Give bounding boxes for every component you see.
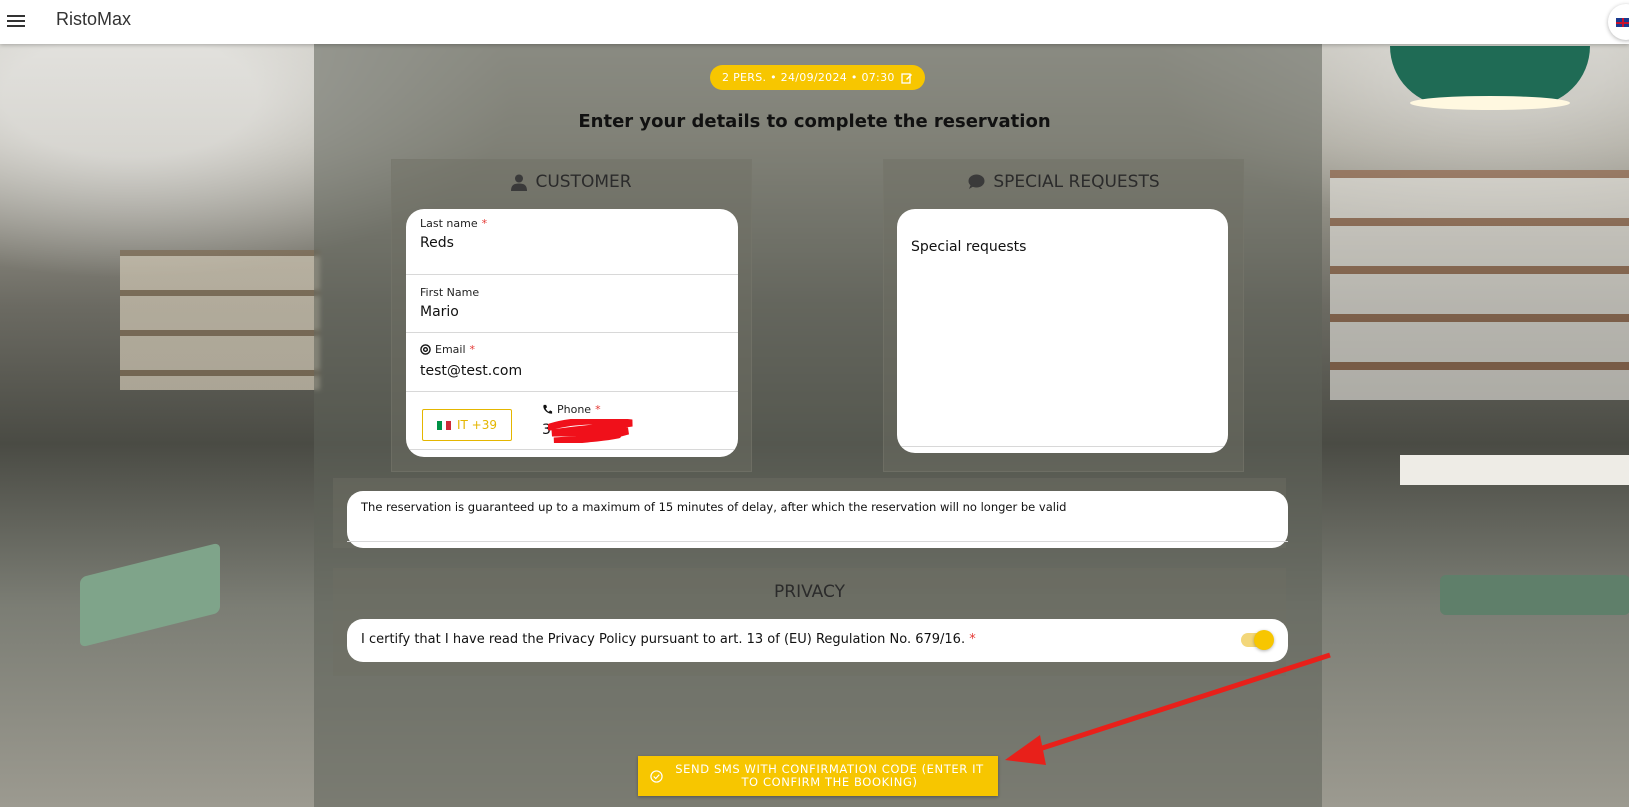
notice-underline (347, 541, 1288, 542)
special-requests-placeholder: Special requests (911, 239, 1027, 255)
user-icon (511, 174, 528, 191)
check-circle-icon (650, 769, 663, 783)
email-label: Email * (420, 343, 475, 356)
page-headline: Enter your details to complete the reser… (578, 111, 1051, 132)
phone-label: Phone * (542, 403, 601, 416)
textarea-underline (897, 446, 1228, 447)
email-value: test@test.com (420, 363, 523, 379)
special-requests-title: SPECIAL REQUESTS (884, 172, 1243, 192)
app-title: RistoMax (56, 9, 132, 29)
hamburger-menu-icon[interactable] (7, 12, 25, 28)
privacy-consent-label: I certify that I have read the Privacy P… (361, 632, 976, 647)
at-icon (420, 344, 431, 355)
italy-flag-icon (436, 420, 451, 430)
background-chair-right (1440, 575, 1629, 615)
top-app-bar: RistoMax (0, 0, 1629, 44)
redaction-scribble (548, 419, 633, 443)
phone-label-text: Phone (557, 403, 592, 416)
first-name-field[interactable]: First Name Mario (406, 275, 738, 333)
special-requests-textarea[interactable]: Special requests (897, 209, 1228, 453)
first-name-label: First Name (420, 286, 480, 299)
last-name-label-text: Last name (420, 217, 478, 230)
email-label-text: Email (435, 343, 466, 356)
background-lamp-light (1410, 96, 1570, 110)
first-name-value: Mario (420, 304, 459, 320)
send-sms-button-label: SEND SMS WITH CONFIRMATION CODE (ENTER I… (675, 762, 984, 789)
background-shelf-left (120, 250, 320, 390)
last-name-value: Reds (420, 235, 454, 251)
last-name-field[interactable]: Last name * Reds (406, 209, 738, 275)
toggle-knob (1254, 630, 1274, 650)
notice-text: The reservation is guaranteed up to a ma… (361, 500, 1067, 514)
booking-summary-text: 2 PERS. • 24/09/2024 • 07:30 (722, 71, 895, 84)
last-name-label: Last name * (420, 217, 487, 230)
phone-icon (543, 404, 553, 414)
required-mark: * (481, 217, 488, 230)
required-mark: * (969, 632, 976, 647)
required-mark: * (469, 343, 476, 356)
required-mark: * (595, 403, 601, 416)
country-code-select[interactable]: IT +39 (422, 409, 512, 441)
privacy-consent-row: I certify that I have read the Privacy P… (347, 619, 1288, 662)
privacy-consent-toggle[interactable] (1241, 630, 1274, 650)
privacy-title: PRIVACY (774, 582, 845, 602)
edit-icon (901, 72, 912, 84)
booking-summary-chip[interactable]: 2 PERS. • 24/09/2024 • 07:30 (710, 65, 925, 90)
background-shelf-right (1330, 170, 1629, 400)
privacy-consent-text: I certify that I have read the Privacy P… (361, 632, 966, 647)
customer-title: CUSTOMER (392, 172, 751, 192)
customer-title-text: CUSTOMER (535, 172, 632, 192)
country-code-text: IT +39 (456, 418, 497, 432)
background-table (1400, 455, 1629, 485)
special-requests-title-text: SPECIAL REQUESTS (993, 172, 1160, 192)
language-button[interactable] (1608, 4, 1629, 40)
email-field[interactable]: Email * test@test.com (406, 333, 738, 392)
chat-bubble-icon (968, 174, 985, 189)
uk-flag-icon (1616, 18, 1629, 27)
notice-card: The reservation is guaranteed up to a ma… (347, 491, 1288, 548)
send-sms-button[interactable]: SEND SMS WITH CONFIRMATION CODE (ENTER I… (638, 756, 998, 796)
